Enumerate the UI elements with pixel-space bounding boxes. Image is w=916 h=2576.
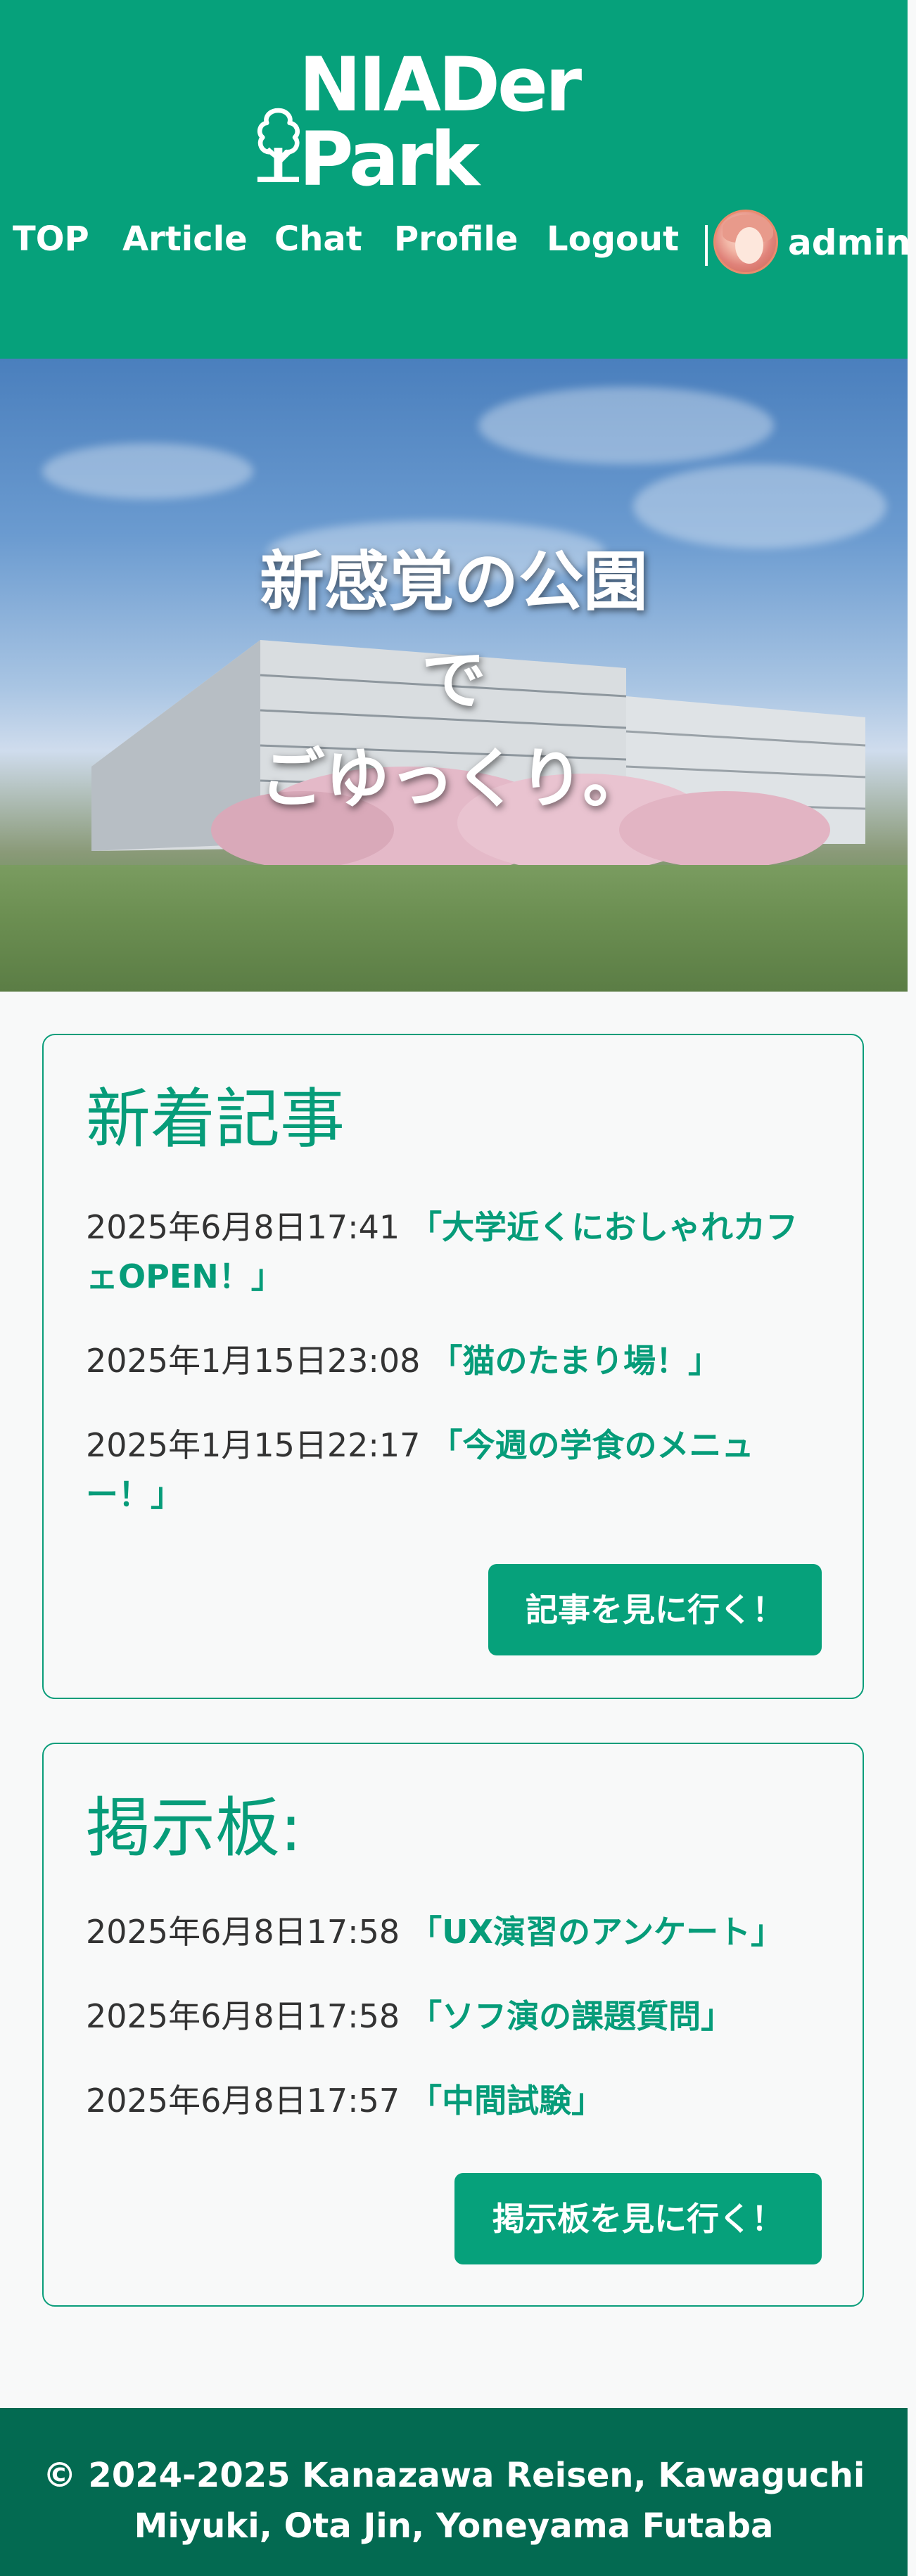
card-title-board: 掲示板:: [86, 1790, 302, 1866]
view-board-button[interactable]: 掲示板を見に行く！: [454, 2173, 822, 2264]
board-date: 2025年6月8日17:57: [86, 2082, 400, 2120]
hero-line-2: で: [421, 643, 486, 718]
board-date: 2025年6月8日17:58: [86, 1997, 400, 2035]
logo-text: NIADer Park: [298, 41, 582, 203]
board-date: 2025年6月8日17:58: [86, 1913, 400, 1951]
card-title-articles: 新着記事: [86, 1082, 345, 1157]
view-articles-button[interactable]: 記事を見に行く！: [488, 1564, 822, 1655]
nav-item-article[interactable]: Article: [122, 211, 248, 267]
article-date: 2025年6月8日17:41: [86, 1208, 400, 1246]
article-date: 2025年1月15日23:08: [86, 1342, 421, 1380]
article-item[interactable]: 2025年1月15日23:08 「猫のたまり場！」: [86, 1336, 818, 1385]
hero-line-1: 新感覚の公園: [259, 544, 648, 620]
lawn: [0, 865, 908, 992]
nav-item-chat[interactable]: Chat: [274, 211, 362, 267]
board-item[interactable]: 2025年6月8日17:58 「ソフ演の課題質問」: [86, 1992, 818, 2041]
site-header: NIADer Park TOP Article Chat Profile Log…: [0, 0, 910, 359]
hero-line-3: ごゆっくり。: [260, 741, 648, 816]
article-title[interactable]: 「猫のたまり場！」: [430, 1342, 720, 1380]
hero-banner: 新感覚の公園 で ごゆっくり。: [0, 359, 908, 992]
nav-item-top[interactable]: TOP: [13, 211, 89, 267]
nav-item-logout[interactable]: Logout: [547, 211, 679, 267]
article-item[interactable]: 2025年6月8日17:41 「大学近くにおしゃれカフェOPEN！」: [86, 1203, 818, 1301]
article-item[interactable]: 2025年1月15日22:17 「今週の学食のメニュー！」: [86, 1421, 818, 1519]
new-articles-card: 新着記事 2025年6月8日17:41 「大学近くにおしゃれカフェOPEN！」 2…: [42, 1034, 864, 1699]
board-title[interactable]: 「ソフ演の課題質問」: [409, 1997, 733, 2035]
footer-copyright-line-1: © 2024-2025 Kanazawa Reisen, Kawaguchi: [42, 2456, 865, 2495]
nav-divider: [705, 225, 708, 266]
nav-item-profile[interactable]: Profile: [394, 211, 518, 267]
board-item[interactable]: 2025年6月8日17:58 「UX演習のアンケート」: [86, 1907, 818, 1956]
footer-copyright-line-2: Miyuki, Ota Jin, Yoneyama Futaba: [134, 2506, 774, 2546]
bulletin-board-card: 掲示板: 2025年6月8日17:58 「UX演習のアンケート」 2025年6月8…: [42, 1743, 864, 2307]
site-footer: © 2024-2025 Kanazawa Reisen, Kawaguchi M…: [0, 2408, 908, 2576]
board-title[interactable]: 「中間試験」: [409, 2082, 604, 2120]
article-date: 2025年1月15日22:17: [86, 1426, 421, 1464]
user-name[interactable]: admin: [788, 214, 910, 271]
avatar-face: [735, 227, 763, 264]
user-avatar[interactable]: [713, 210, 778, 274]
board-title[interactable]: 「UX演習のアンケート」: [409, 1913, 783, 1951]
site-logo[interactable]: NIADer Park: [253, 48, 654, 197]
hero-tagline: 新感覚の公園 で ごゆっくり。: [0, 533, 908, 828]
tree-logo-icon: [257, 108, 300, 182]
board-item[interactable]: 2025年6月8日17:57 「中間試験」: [86, 2076, 818, 2125]
